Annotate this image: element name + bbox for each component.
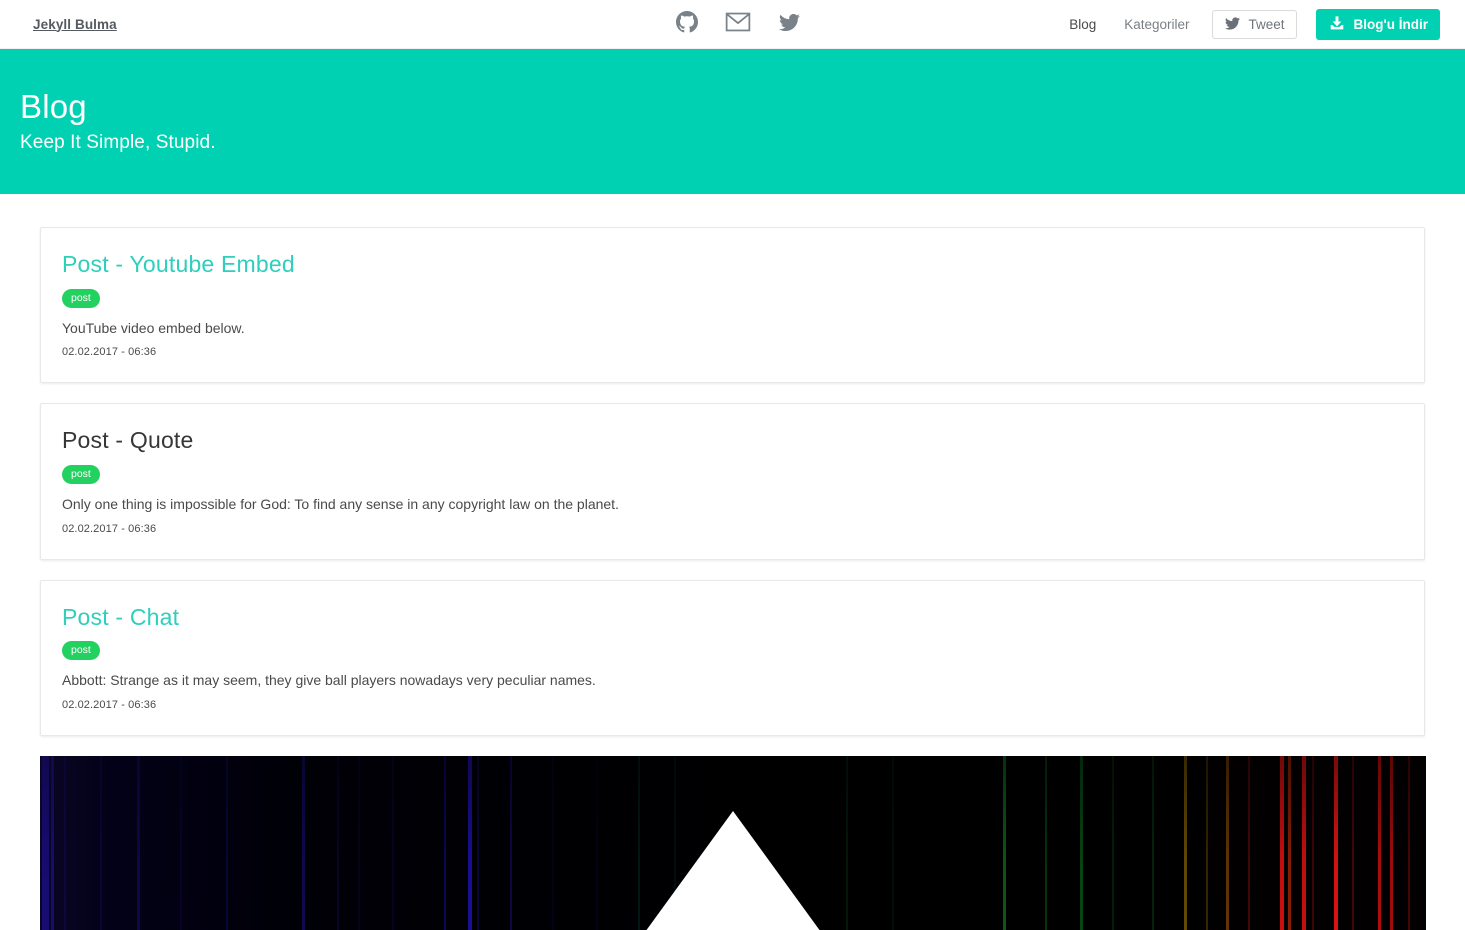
nav-link-kategoriler[interactable]: Kategoriler	[1110, 17, 1203, 32]
top-navbar: Jekyll Bulma Blog Kategoriler Tweet Blog…	[0, 0, 1465, 49]
github-icon[interactable]	[676, 11, 698, 38]
download-button-label: Blog'u İndir	[1353, 17, 1428, 32]
navbar-social-icons	[676, 0, 801, 49]
post-tag-badge[interactable]: post	[62, 465, 100, 485]
tweet-button[interactable]: Tweet	[1211, 10, 1297, 39]
post-list: Post - Youtube Embed post YouTube video …	[0, 194, 1465, 930]
post-excerpt: Abbott: Strange as it may seem, they giv…	[62, 672, 596, 689]
post-card[interactable]: Post - Youtube Embed post YouTube video …	[40, 227, 1425, 384]
post-tag-badge[interactable]: post	[62, 641, 100, 661]
post-title-link[interactable]: Post - Youtube Embed	[62, 250, 295, 279]
page-title: Blog	[20, 87, 87, 125]
post-card[interactable]: Post - Chat post Abbott: Strange as it m…	[40, 579, 1425, 737]
post-title-link[interactable]: Post - Chat	[62, 603, 179, 632]
post-date: 02.02.2017 - 06:36	[62, 522, 157, 535]
nav-link-blog[interactable]: Blog	[1055, 17, 1110, 32]
post-date: 02.02.2017 - 06:36	[62, 699, 157, 712]
email-icon[interactable]	[725, 11, 751, 38]
post-excerpt: Only one thing is impossible for God: To…	[62, 496, 619, 513]
page-subtitle: Keep It Simple, Stupid.	[20, 132, 216, 154]
post-title-link[interactable]: Post - Quote	[62, 426, 194, 455]
download-blog-button[interactable]: Blog'u İndir	[1315, 9, 1440, 40]
post-tag-badge[interactable]: post	[62, 288, 100, 308]
navbar-right-group: Blog Kategoriler Tweet Blog'u İndir	[1055, 0, 1440, 49]
tweet-button-label: Tweet	[1248, 17, 1285, 32]
post-excerpt: YouTube video embed below.	[62, 319, 245, 336]
twitter-bird-icon	[1224, 16, 1241, 34]
twitter-icon[interactable]	[778, 12, 801, 38]
spectrum-prism-image	[40, 756, 1426, 930]
post-card[interactable]: Post - Quote post Only one thing is impo…	[40, 403, 1425, 560]
brand-link[interactable]: Jekyll Bulma	[33, 17, 117, 32]
page-hero: Blog Keep It Simple, Stupid.	[0, 49, 1465, 194]
download-icon	[1328, 15, 1346, 35]
post-date: 02.02.2017 - 06:36	[62, 346, 157, 359]
